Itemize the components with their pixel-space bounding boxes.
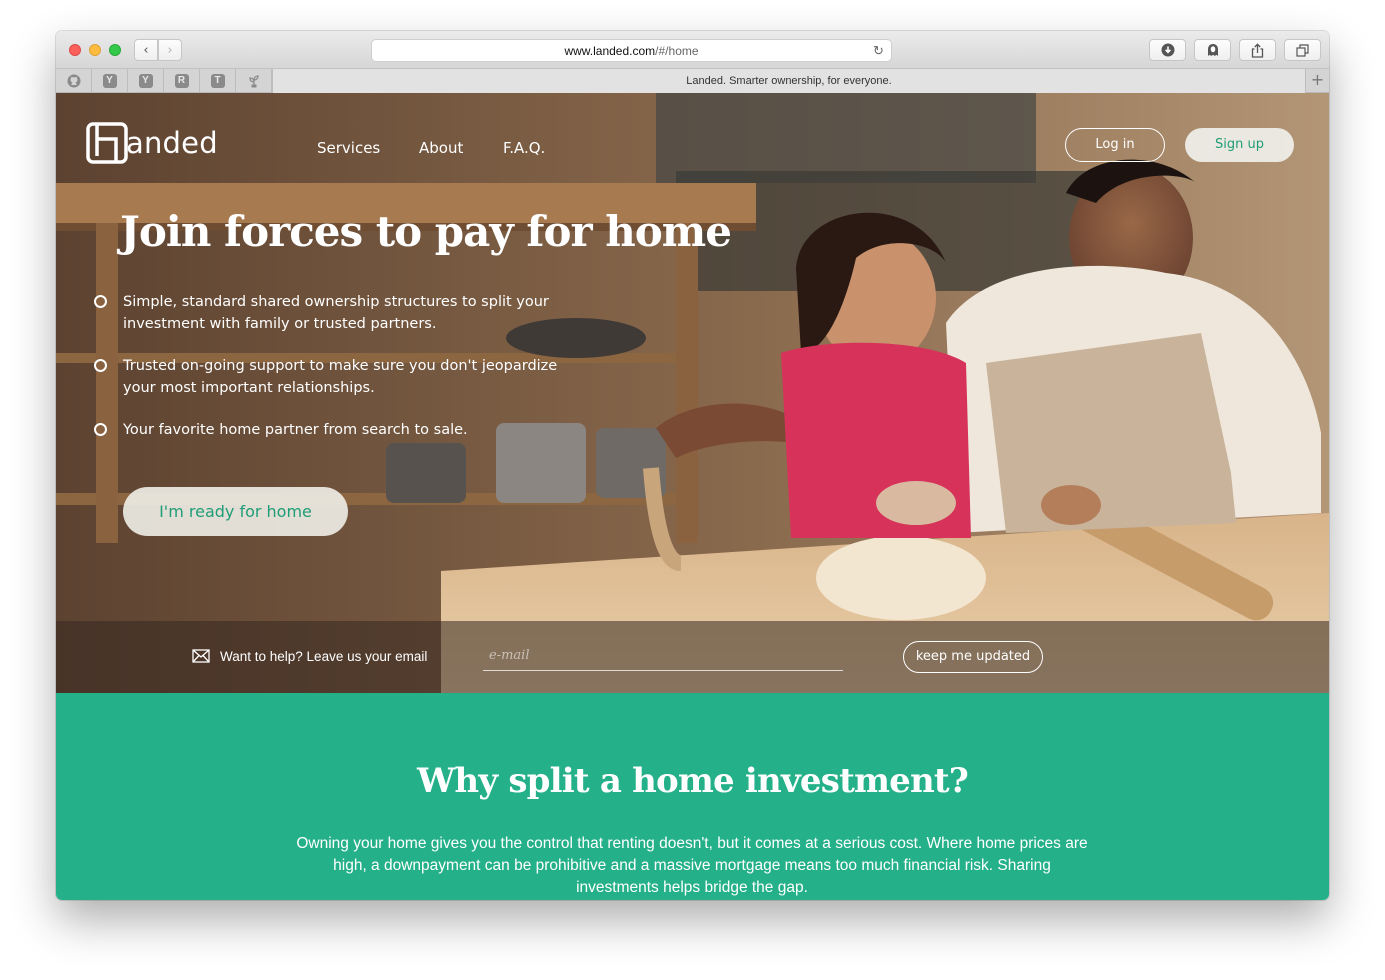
zoom-window-button[interactable] — [109, 44, 121, 56]
favorite-github[interactable] — [56, 69, 92, 93]
favorite-y2-icon: Y — [138, 74, 153, 88]
landing-page: anded Services About F.A.Q. Log in Sign … — [56, 93, 1329, 900]
github-icon — [67, 74, 80, 88]
circle-bullet-icon — [94, 359, 107, 372]
keep-me-updated-button[interactable]: keep me updated — [903, 641, 1043, 673]
share-icon — [1251, 42, 1264, 58]
login-button[interactable]: Log in — [1065, 128, 1165, 162]
email-input[interactable] — [483, 641, 843, 671]
nav-services-link[interactable]: Services — [317, 139, 380, 157]
download-icon — [1161, 43, 1174, 57]
list-item: Your favorite home partner from search t… — [94, 419, 574, 441]
favorite-t-icon: T — [210, 74, 225, 88]
back-button[interactable]: ‹ — [134, 39, 158, 61]
landed-logo[interactable]: anded — [86, 121, 218, 165]
favorite-plant[interactable] — [236, 69, 272, 93]
reload-icon[interactable]: ↻ — [871, 43, 886, 58]
favorites-bar: Y Y R T Landed. Smarter ownership, for e… — [56, 69, 1329, 93]
browser-window: ‹ › www.landed.com/#/home ↻ Y Y R T Land… — [56, 31, 1329, 900]
url-path: /#/home — [655, 43, 699, 58]
circle-bullet-icon — [94, 423, 107, 436]
ready-for-home-button[interactable]: I'm ready for home — [123, 487, 348, 536]
email-signup-strip: Want to help? Leave us your email keep m… — [56, 621, 1329, 693]
favorite-y2[interactable]: Y — [128, 69, 164, 93]
ghostery-button[interactable] — [1194, 39, 1231, 61]
forward-button[interactable]: › — [158, 39, 182, 61]
nav-about-link[interactable]: About — [419, 139, 463, 157]
minimize-window-button[interactable] — [89, 44, 101, 56]
address-bar[interactable]: www.landed.com/#/home ↻ — [371, 39, 892, 62]
hero-headline: Join forces to pay for home — [120, 207, 732, 256]
why-split-section: Why split a home investment? Owning your… — [56, 693, 1329, 900]
favorite-r-icon: R — [174, 74, 189, 88]
circle-bullet-icon — [94, 295, 107, 308]
tabs-overview-button[interactable] — [1284, 39, 1321, 61]
chevron-left-icon: ‹ — [143, 42, 149, 58]
close-window-button[interactable] — [69, 44, 81, 56]
section-title: Why split a home investment? — [417, 761, 969, 801]
favorite-t[interactable]: T — [200, 69, 236, 93]
ghostery-icon — [1207, 43, 1218, 56]
plant-icon — [248, 75, 259, 88]
signup-button[interactable]: Sign up — [1185, 128, 1294, 162]
tabs-icon — [1296, 43, 1309, 57]
browser-toolbar: ‹ › www.landed.com/#/home ↻ — [56, 31, 1329, 69]
nav-faq-link[interactable]: F.A.Q. — [503, 139, 545, 157]
favorite-r[interactable]: R — [164, 69, 200, 93]
favorite-y1-icon: Y — [102, 74, 117, 88]
url-domain: www.landed.com — [564, 43, 656, 58]
favorite-y1[interactable]: Y — [92, 69, 128, 93]
active-tab[interactable]: Landed. Smarter ownership, for everyone. — [272, 69, 1305, 93]
email-prompt-label: Want to help? Leave us your email — [220, 649, 428, 664]
downloads-button[interactable] — [1149, 39, 1186, 61]
share-button[interactable] — [1239, 39, 1276, 61]
bullet-text: Simple, standard shared ownership struct… — [123, 294, 549, 332]
hero-section: anded Services About F.A.Q. Log in Sign … — [56, 93, 1329, 693]
new-tab-button[interactable]: + — [1305, 69, 1329, 93]
chevron-right-icon: › — [167, 42, 173, 58]
list-item: Trusted on-going support to make sure yo… — [94, 355, 574, 399]
bullet-text: Trusted on-going support to make sure yo… — [123, 358, 558, 396]
list-item: Simple, standard shared ownership struct… — [94, 291, 574, 335]
logo-text: anded — [126, 126, 218, 160]
envelope-icon — [192, 649, 210, 663]
section-body: Owning your home gives you the control t… — [296, 835, 1088, 896]
bullet-text: Your favorite home partner from search t… — [123, 422, 468, 438]
